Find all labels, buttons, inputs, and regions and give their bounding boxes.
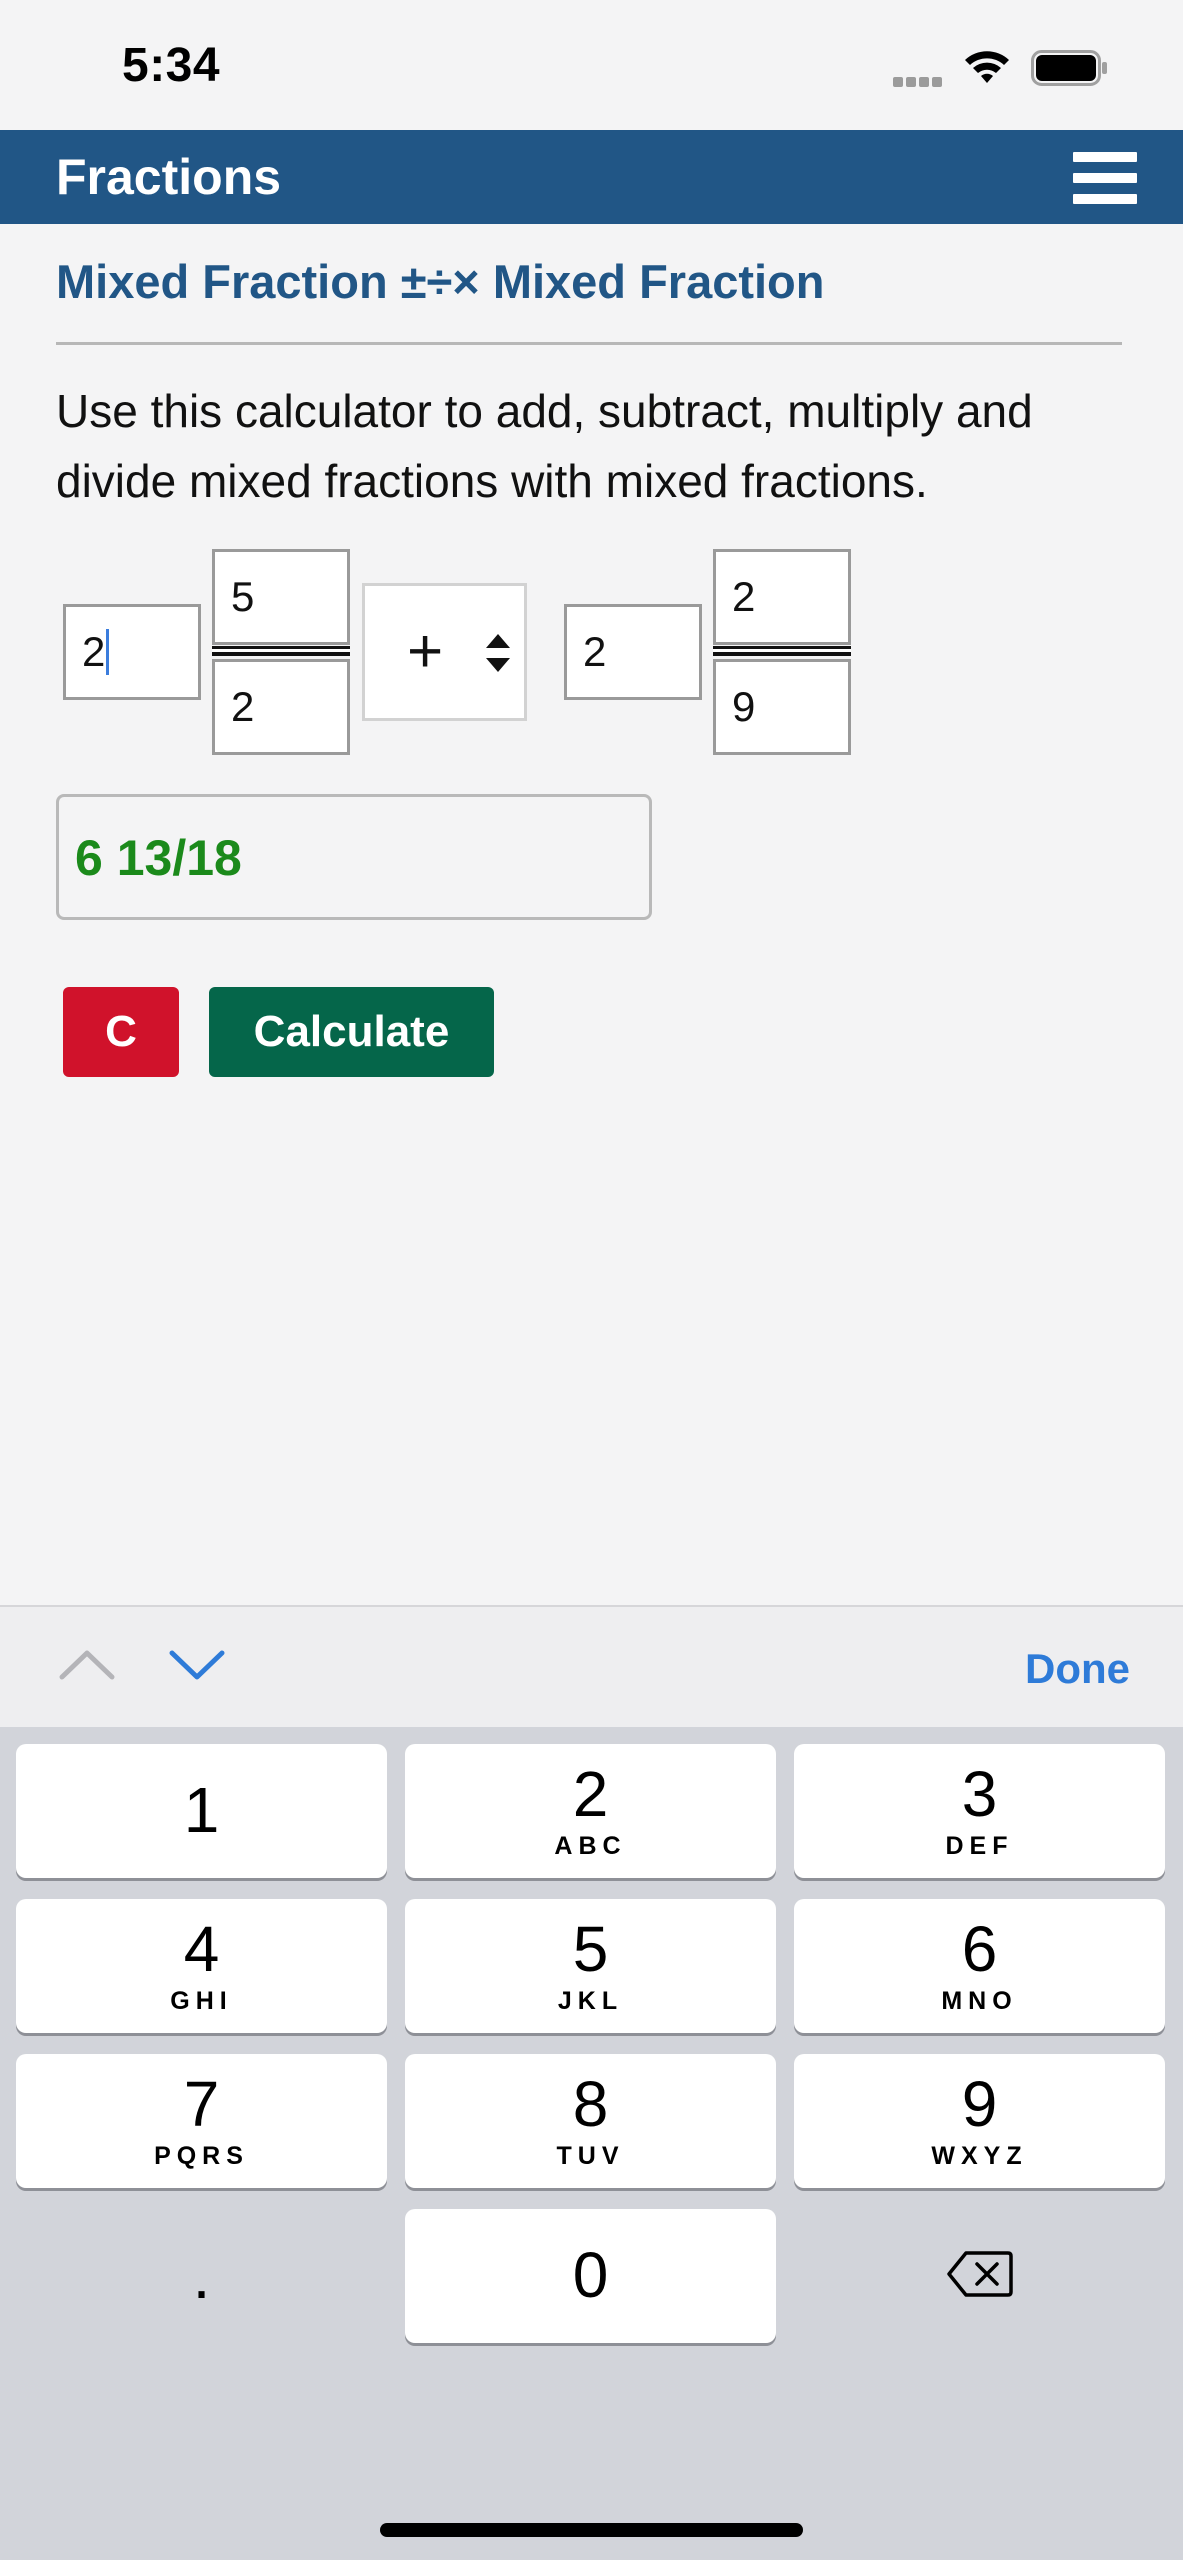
key-letters: TUV [556,2142,625,2170]
status-time: 5:34 [122,39,221,92]
key-digit: 3 [961,1758,998,1830]
key-9[interactable]: 9 WXYZ [794,2054,1165,2188]
key-5[interactable]: 5 JKL [405,1899,776,2033]
keyboard-accessory-bar: Done [0,1605,1183,1727]
first-fraction-bar [212,646,350,656]
key-delete[interactable] [794,2209,1165,2343]
key-7[interactable]: 7 PQRS [16,2054,387,2188]
status-bar: 5:34 [0,0,1183,130]
key-6[interactable]: 6 MNO [794,1899,1165,2033]
key-letters: JKL [557,1987,624,2015]
key-decimal-label: . [192,2240,211,2312]
first-whole-input[interactable]: 2 [63,604,201,700]
key-3[interactable]: 3 DEF [794,1744,1165,1878]
second-numerator-value: 2 [732,573,756,620]
key-2[interactable]: 2 ABC [405,1744,776,1878]
first-numerator-input[interactable]: 5 [212,549,350,645]
text-cursor [106,629,110,675]
second-fraction-bar [713,646,851,656]
wifi-icon [965,51,1009,83]
key-digit: 8 [572,2068,609,2140]
key-8[interactable]: 8 TUV [405,2054,776,2188]
operator-value: + [407,617,444,686]
key-4[interactable]: 4 GHI [16,1899,387,2033]
calculator-description: Use this calculator to add, subtract, mu… [56,385,1033,507]
chevron-up-icon[interactable] [58,1645,116,1685]
key-digit: 0 [572,2239,609,2311]
key-letters: GHI [170,1987,233,2015]
key-decimal[interactable]: . [16,2209,387,2343]
key-letters: DEF [945,1832,1014,1860]
key-letters: PQRS [154,2142,249,2170]
result-value: 6 13/18 [75,830,242,886]
calculate-button[interactable]: Calculate [209,987,494,1077]
key-letters: WXYZ [931,2142,1028,2170]
first-denominator-input[interactable]: 2 [212,659,350,755]
first-denominator-value: 2 [231,683,255,730]
numeric-keypad: 1 2 ABC 3 DEF 4 GHI 5 JKL 6 MNO 7 PQRS 8… [0,1727,1183,2560]
key-0[interactable]: 0 [405,2209,776,2343]
first-numerator-value: 5 [231,573,255,620]
home-indicator [380,2523,803,2537]
key-digit: 2 [572,1758,609,1830]
clear-button[interactable]: C [63,987,179,1077]
key-letters: ABC [554,1832,627,1860]
backspace-icon [947,2251,1013,2297]
calculator-title: Mixed Fraction ±÷× Mixed Fraction [56,255,825,308]
battery-icon [1031,50,1107,86]
second-denominator-input[interactable]: 9 [713,659,851,755]
key-digit: 6 [961,1913,998,1985]
hamburger-menu-icon[interactable] [1073,152,1137,204]
second-whole-value: 2 [583,628,607,675]
key-digit: 4 [183,1913,220,1985]
second-whole-input[interactable]: 2 [564,604,702,700]
divider [56,342,1122,345]
app-header: Fractions [0,130,1183,224]
app-title: Fractions [56,149,282,205]
second-numerator-input[interactable]: 2 [713,549,851,645]
first-whole-value: 2 [82,628,106,675]
key-digit: 9 [961,2068,998,2140]
key-digit: 7 [183,2068,220,2140]
operator-select[interactable]: + [362,583,527,721]
key-letters: MNO [941,1987,1018,2015]
key-digit: 1 [183,1774,220,1846]
chevron-down-icon[interactable] [168,1645,226,1685]
result-field: 6 13/18 [56,794,652,920]
key-digit: 5 [572,1913,609,1985]
done-button[interactable]: Done [1025,1645,1130,1693]
key-1[interactable]: 1 [16,1744,387,1878]
second-denominator-value: 9 [732,683,756,730]
chevron-updown-icon [486,634,510,672]
signal-icon [893,74,951,87]
